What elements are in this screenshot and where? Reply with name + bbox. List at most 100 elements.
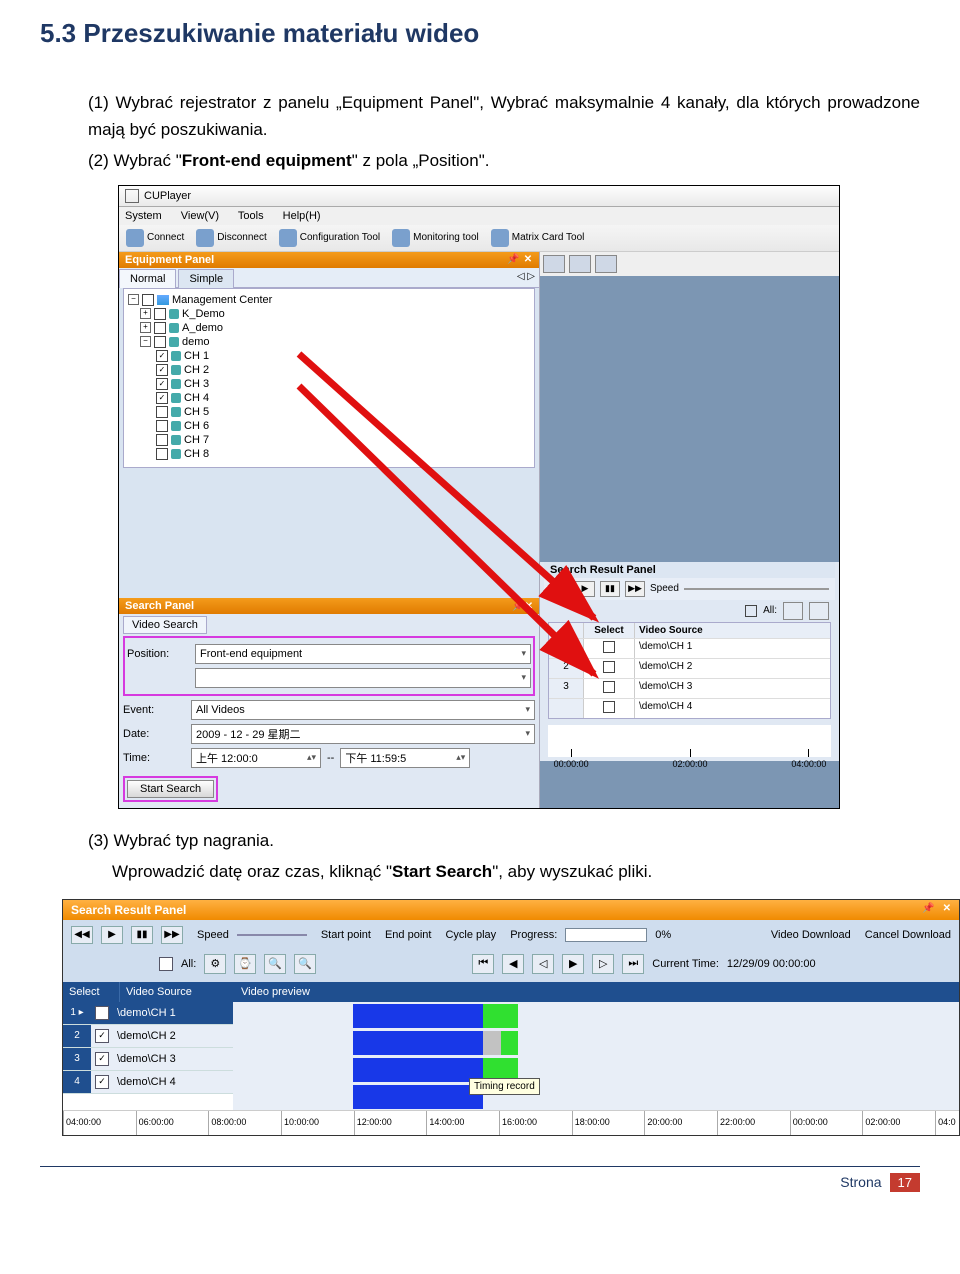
table-row[interactable]: 3\demo\CH 3: [63, 1048, 233, 1071]
config-button[interactable]: Configuration Tool: [276, 228, 383, 248]
tree-item[interactable]: K_Demo: [182, 308, 225, 320]
preview-grid[interactable]: Timing record: [233, 1002, 959, 1110]
tree-root[interactable]: Management Center: [172, 294, 272, 306]
matrix-button[interactable]: Matrix Card Tool: [488, 228, 588, 248]
checkbox[interactable]: [156, 350, 168, 362]
menu-system[interactable]: System: [125, 210, 162, 222]
table-row[interactable]: \demo\CH 4: [549, 698, 830, 718]
tree-item[interactable]: demo: [182, 336, 210, 348]
rewind-button[interactable]: ◀◀: [71, 926, 93, 944]
checkbox[interactable]: [154, 322, 166, 334]
tree-item[interactable]: A_demo: [182, 322, 223, 334]
nav-last-icon[interactable]: ⏭: [622, 954, 644, 974]
tab-arrows[interactable]: ◁ ▷: [513, 268, 539, 287]
checkbox[interactable]: [603, 681, 615, 693]
tree-channel[interactable]: CH 7: [184, 434, 209, 446]
menu-tools[interactable]: Tools: [238, 210, 264, 222]
pin-icon[interactable]: 📌: [922, 903, 934, 917]
record-bar[interactable]: [483, 1031, 501, 1055]
monitor-button[interactable]: Monitoring tool: [389, 228, 482, 248]
checkbox[interactable]: [142, 294, 154, 306]
forward-button[interactable]: ▶▶: [625, 581, 645, 597]
pin-icon[interactable]: 📌: [512, 601, 524, 612]
close-icon[interactable]: ✕: [943, 903, 951, 917]
tree-channel[interactable]: CH 3: [184, 378, 209, 390]
nav-back-icon[interactable]: ◁: [532, 954, 554, 974]
tree-channel[interactable]: CH 5: [184, 406, 209, 418]
position-select[interactable]: Front-end equipment▾: [195, 644, 531, 664]
time-to-input[interactable]: 下午 11:59:5▴▾: [340, 748, 470, 768]
sub-select[interactable]: ▾: [195, 668, 531, 688]
menu-view[interactable]: View(V): [181, 210, 219, 222]
record-bar[interactable]: [353, 1085, 483, 1109]
time-from-input[interactable]: 上午 12:00:0▴▾: [191, 748, 321, 768]
table-row[interactable]: 3\demo\CH 3: [549, 678, 830, 698]
table-row[interactable]: 1 ▸\demo\CH 1: [63, 1002, 233, 1025]
expander-icon[interactable]: +: [140, 322, 151, 333]
cancel-download-button[interactable]: Cancel Download: [865, 929, 951, 941]
nav-first-icon[interactable]: ⏮: [472, 954, 494, 974]
checkbox[interactable]: [95, 1075, 109, 1089]
tree-channel[interactable]: CH 8: [184, 448, 209, 460]
timeline[interactable]: 00:00:00 02:00:00 04:00:00: [548, 725, 831, 757]
record-bar[interactable]: [483, 1004, 518, 1028]
menu-help[interactable]: Help(H): [283, 210, 321, 222]
tab-normal[interactable]: Normal: [119, 269, 176, 288]
nav-next-icon[interactable]: ▷: [592, 954, 614, 974]
video-download-button[interactable]: Video Download: [771, 929, 851, 941]
table-row[interactable]: 1\demo\CH 1: [549, 638, 830, 658]
pin-icon[interactable]: 📌: [507, 255, 517, 265]
checkbox[interactable]: [603, 661, 615, 673]
tab-video-search[interactable]: Video Search: [123, 616, 207, 634]
checkbox[interactable]: [156, 448, 168, 460]
checkbox[interactable]: [156, 378, 168, 390]
expander-icon[interactable]: −: [128, 294, 139, 305]
tool-icon[interactable]: ⌚: [234, 954, 256, 974]
table-row[interactable]: 2\demo\CH 2: [549, 658, 830, 678]
nav-play-icon[interactable]: ▶: [562, 954, 584, 974]
checkbox[interactable]: [156, 392, 168, 404]
record-bar[interactable]: [353, 1004, 483, 1028]
checkbox[interactable]: [95, 1052, 109, 1066]
disconnect-button[interactable]: Disconnect: [193, 228, 269, 248]
play-button[interactable]: ▶: [101, 926, 123, 944]
play-button[interactable]: ▶: [575, 581, 595, 597]
forward-button[interactable]: ▶▶: [161, 926, 183, 944]
tool-icon[interactable]: ⚙: [204, 954, 226, 974]
table-row[interactable]: 2\demo\CH 2: [63, 1025, 233, 1048]
tool-icon[interactable]: [783, 602, 803, 620]
record-bar[interactable]: [501, 1031, 518, 1055]
checkbox[interactable]: [95, 1029, 109, 1043]
speed-slider[interactable]: [684, 588, 829, 590]
pause-button[interactable]: ▮▮: [600, 581, 620, 597]
close-icon[interactable]: ✕: [525, 601, 533, 612]
event-select[interactable]: All Videos▾: [191, 700, 535, 720]
checkbox[interactable]: [603, 641, 615, 653]
close-icon[interactable]: ✕: [523, 255, 533, 265]
date-select[interactable]: 2009 - 12 - 29 星期二▾: [191, 724, 535, 744]
tree-channel[interactable]: CH 6: [184, 420, 209, 432]
all-checkbox[interactable]: [745, 605, 757, 617]
layout-icon[interactable]: [595, 255, 617, 273]
start-search-button[interactable]: Start Search: [127, 780, 214, 798]
speed-slider[interactable]: [237, 934, 307, 936]
tool-icon[interactable]: [809, 602, 829, 620]
checkbox[interactable]: [154, 308, 166, 320]
rewind-button[interactable]: ◀◀: [550, 581, 570, 597]
checkbox[interactable]: [154, 336, 166, 348]
connect-button[interactable]: Connect: [123, 228, 187, 248]
checkbox[interactable]: [156, 406, 168, 418]
nav-prev-icon[interactable]: ◀: [502, 954, 524, 974]
tree-channel[interactable]: CH 1: [184, 350, 209, 362]
tree-channel[interactable]: CH 2: [184, 364, 209, 376]
checkbox[interactable]: [603, 701, 615, 713]
pause-button[interactable]: ▮▮: [131, 926, 153, 944]
checkbox[interactable]: [95, 1006, 109, 1020]
table-row[interactable]: 4\demo\CH 4: [63, 1071, 233, 1094]
record-bar[interactable]: [353, 1031, 483, 1055]
tree-channel[interactable]: CH 4: [184, 392, 209, 404]
layout-icon[interactable]: [569, 255, 591, 273]
checkbox[interactable]: [156, 434, 168, 446]
layout-icon[interactable]: [543, 255, 565, 273]
checkbox[interactable]: [156, 364, 168, 376]
